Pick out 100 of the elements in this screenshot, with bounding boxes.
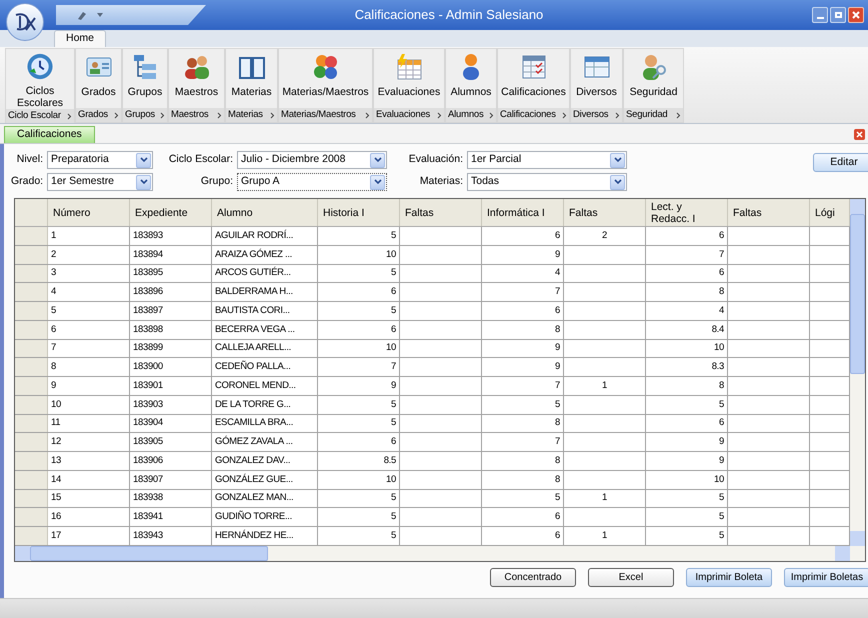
row-header[interactable] <box>15 264 48 282</box>
launcher-icon[interactable] <box>676 112 681 118</box>
ribbon-button[interactable]: Maestros <box>169 49 224 108</box>
dropdown-field[interactable]: 1er Semestre <box>47 173 153 191</box>
row-header[interactable] <box>15 358 48 376</box>
restore-button[interactable] <box>830 7 846 23</box>
row-header[interactable] <box>15 320 48 338</box>
launcher-icon[interactable] <box>489 112 494 118</box>
column-header[interactable]: Faltas <box>728 199 810 226</box>
table-cell-text: BALDERRAMA H... <box>215 285 293 299</box>
launcher-icon[interactable] <box>67 112 72 120</box>
row-header[interactable] <box>15 452 48 470</box>
horizontal-scrollbar[interactable] <box>15 546 865 561</box>
row-header[interactable] <box>15 227 48 245</box>
row-header[interactable] <box>15 414 48 432</box>
minimize-button[interactable] <box>812 7 828 23</box>
ribbon-tab[interactable]: Home <box>54 30 106 47</box>
dropdown-field[interactable]: 1er Parcial <box>467 151 627 169</box>
table-cell-text: 6 <box>51 322 56 336</box>
launcher-icon[interactable] <box>615 112 620 118</box>
ribbon-button[interactable]: Evaluaciones <box>374 49 444 108</box>
launcher-icon[interactable] <box>437 112 442 118</box>
column-header[interactable]: Informática I <box>482 199 564 226</box>
ribbon-button[interactable]: Seguridad <box>624 49 683 108</box>
group-label: Grupos <box>123 108 167 122</box>
table-cell: 6 <box>719 266 724 280</box>
table-cell-text: 8 <box>719 285 724 299</box>
table-cell-text: GUDIÑO TORRE... <box>215 510 292 524</box>
clock-icon <box>25 52 55 81</box>
row-header[interactable] <box>15 433 48 451</box>
action-button[interactable]: Imprimir Boletas <box>784 568 868 587</box>
row-header[interactable] <box>15 508 48 526</box>
table-cell-text: 6 <box>555 510 560 524</box>
ribbon-button[interactable]: Grupos <box>123 49 167 108</box>
table-cell: 5 <box>391 528 396 543</box>
table-cell-text: 5 <box>391 510 396 524</box>
table-cell-text: 7 <box>555 435 560 449</box>
ribbon-button[interactable]: Alumnos <box>446 49 496 108</box>
row-header[interactable] <box>15 527 48 545</box>
table-cell: 6 <box>555 304 560 318</box>
table-cell: 6 <box>719 228 724 243</box>
column-header[interactable]: Faltas <box>400 199 482 226</box>
column-header[interactable]: Faltas <box>564 199 646 226</box>
dropdown-field[interactable]: Preparatoria <box>47 151 153 169</box>
row-header[interactable] <box>15 396 48 414</box>
table-cell: 183901 <box>133 378 163 393</box>
close-button[interactable] <box>848 7 864 23</box>
vertical-scrollbar[interactable] <box>850 199 865 546</box>
row-header[interactable] <box>15 490 48 508</box>
row-header[interactable] <box>15 340 48 358</box>
document-tab[interactable]: Calificaciones <box>4 126 95 143</box>
row-header[interactable] <box>15 377 48 395</box>
filter-label: Grado: <box>11 174 43 190</box>
row-header[interactable] <box>15 302 48 320</box>
table-cell: 9 <box>719 454 724 468</box>
dropdown-field[interactable]: Todas <box>467 173 627 191</box>
dropdown-field[interactable]: Grupo A <box>237 173 387 191</box>
app-orb[interactable] <box>6 3 44 41</box>
column-header[interactable]: Lect. y Redacc. I <box>646 199 728 226</box>
column-header[interactable]: Historia I <box>318 199 400 226</box>
column-header[interactable]: Expediente <box>130 199 212 226</box>
ribbon-button[interactable]: Diversos <box>571 49 622 108</box>
row-header[interactable] <box>15 470 48 488</box>
table-cell: 6 <box>555 228 560 243</box>
column-header[interactable]: Alumno <box>212 199 318 226</box>
edit-button[interactable]: Editar <box>813 153 868 172</box>
paint-icon[interactable] <box>76 9 88 21</box>
launcher-icon[interactable] <box>562 112 567 118</box>
ribbon-button[interactable]: Materias <box>226 49 277 108</box>
table-cell: GONZALEZ DAV... <box>215 454 290 468</box>
launcher-icon[interactable] <box>270 112 275 118</box>
action-button[interactable]: Concentrado <box>490 568 576 587</box>
dropdown-arrow-icon[interactable] <box>96 12 104 18</box>
table-cell: 9 <box>555 341 560 356</box>
filter-label: Materias: <box>418 174 463 190</box>
table-cell: 5 <box>391 304 396 318</box>
table-cell: 5 <box>391 416 396 430</box>
row-header[interactable] <box>15 246 48 264</box>
table-cell-text: 9 <box>719 435 724 449</box>
launcher-icon[interactable] <box>365 112 370 118</box>
launcher-icon[interactable] <box>160 112 165 118</box>
ribbon-button[interactable]: Ciclos Escolares <box>6 49 74 109</box>
table-cell: 183895 <box>133 266 163 280</box>
table-cell: 4 <box>555 266 560 280</box>
ribbon-button[interactable]: Calificaciones <box>498 49 569 108</box>
action-button[interactable]: Imprimir Boleta <box>686 568 772 587</box>
ribbon-button[interactable]: Materias/Maestros <box>279 49 372 108</box>
launcher-icon[interactable] <box>217 112 222 118</box>
filter-label: Nivel: <box>16 152 43 168</box>
row-header[interactable] <box>15 283 48 301</box>
table-cell-text: 7 <box>555 285 560 299</box>
launcher-icon[interactable] <box>114 112 119 118</box>
table-cell-text: 183941 <box>133 510 163 524</box>
action-button[interactable]: Excel <box>588 568 674 587</box>
dropdown-field[interactable]: Julio - Diciembre 2008 <box>237 151 387 169</box>
table-cell: 8 <box>555 454 560 468</box>
close-icon[interactable] <box>854 129 865 140</box>
ribbon-button[interactable]: Grados <box>76 49 121 108</box>
table-cell: HERNÁNDEZ HE... <box>215 528 294 543</box>
column-header[interactable]: Número <box>48 199 130 226</box>
